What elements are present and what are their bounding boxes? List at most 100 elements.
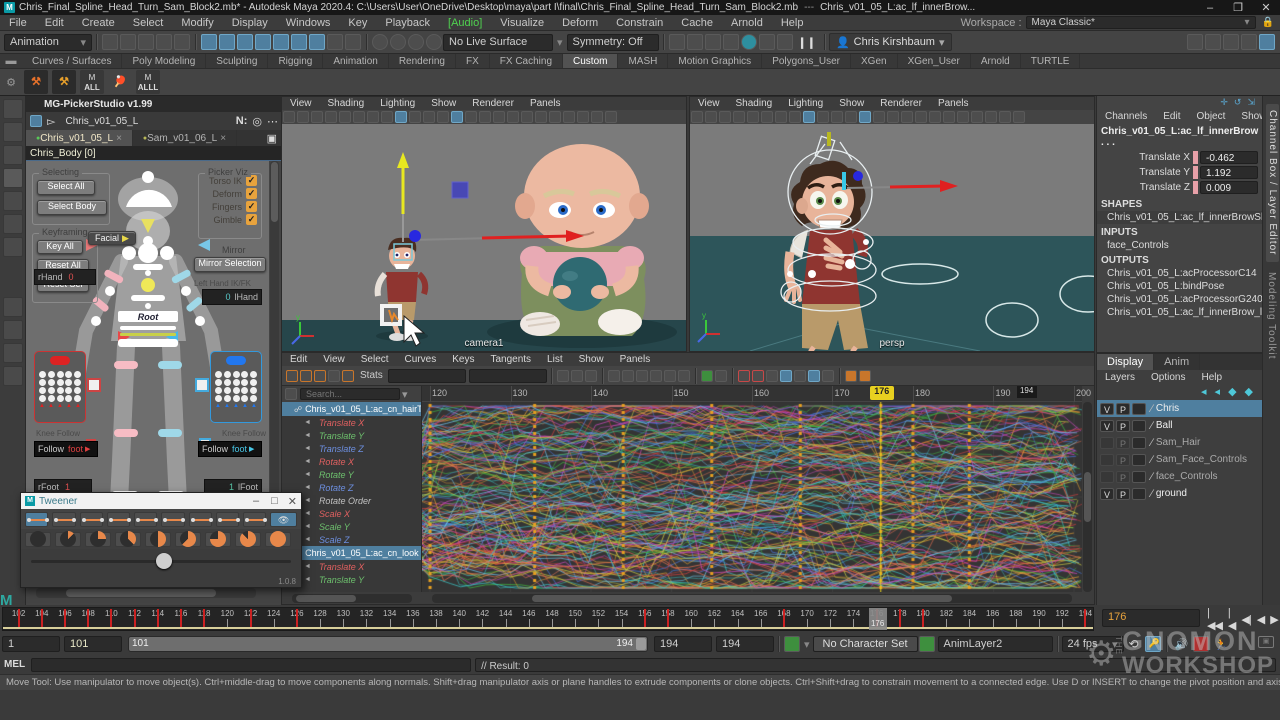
layer-playback-toggle[interactable]: P bbox=[1116, 437, 1130, 449]
timeline-keyframe-tick[interactable] bbox=[899, 609, 901, 627]
vp-toolbar-icon-6[interactable] bbox=[367, 111, 379, 123]
select-object-icon[interactable] bbox=[219, 34, 235, 50]
tween-amount-13-button[interactable] bbox=[55, 532, 81, 547]
ge-move-keys-icon[interactable] bbox=[286, 370, 298, 382]
range-slider[interactable]: 101 194 bbox=[128, 636, 648, 652]
spike-mode-icon[interactable] bbox=[134, 512, 157, 527]
timeline-keyframe-tick[interactable] bbox=[203, 609, 205, 627]
hand-pose-dot[interactable] bbox=[241, 371, 248, 378]
shelf-tab-fx[interactable]: FX bbox=[456, 54, 490, 68]
tween-amount-38-button[interactable] bbox=[115, 532, 141, 547]
le-menu-help[interactable]: Help bbox=[1193, 372, 1230, 383]
pull-mode-icon[interactable] bbox=[216, 512, 239, 527]
shelf-tab-xgen[interactable]: XGen bbox=[851, 54, 898, 68]
hand-pose-dot[interactable] bbox=[48, 379, 55, 386]
stats-value-field[interactable] bbox=[469, 369, 547, 383]
layout-four-icon[interactable] bbox=[3, 320, 23, 340]
vp1-menu-view[interactable]: View bbox=[282, 98, 320, 109]
tab-close-icon[interactable]: × bbox=[116, 133, 122, 144]
hand-pose-dot[interactable] bbox=[250, 371, 257, 378]
vp-toolbar-icon-16[interactable] bbox=[915, 111, 927, 123]
vp-toolbar-icon-15[interactable] bbox=[901, 111, 913, 123]
timeline-keyframe-tick[interactable] bbox=[64, 609, 66, 627]
hand-pose-dot[interactable] bbox=[224, 371, 231, 378]
picker-more-icon[interactable]: ⋯ bbox=[267, 115, 278, 128]
viz-item-deform[interactable]: Deform✓ bbox=[199, 187, 261, 200]
vp2-menu-renderer[interactable]: Renderer bbox=[872, 98, 930, 109]
hand-pose-dot[interactable] bbox=[74, 395, 81, 402]
anim-prefs-icon[interactable]: 🏃 bbox=[1214, 638, 1228, 651]
ge-value-snap-icon[interactable] bbox=[808, 370, 820, 382]
hand-pose-dot[interactable] bbox=[48, 387, 55, 394]
mel-label[interactable]: MEL bbox=[4, 659, 25, 670]
vp-toolbar-icon-11[interactable] bbox=[845, 111, 857, 123]
anim-end-field[interactable]: 194 bbox=[716, 636, 774, 652]
vp-toolbar-icon-13[interactable] bbox=[465, 111, 477, 123]
play-backwards-button[interactable]: ◀ bbox=[1257, 613, 1264, 626]
layer-tab-display[interactable]: Display bbox=[1097, 354, 1154, 370]
output-node[interactable]: Chris_v01_05_L:bindPose bbox=[1097, 280, 1262, 293]
graph-outliner-hscroll[interactable] bbox=[292, 594, 412, 603]
picker-hscrollbar[interactable] bbox=[36, 588, 256, 598]
picker-zoom-icon[interactable]: ◎ bbox=[252, 115, 262, 128]
picker-select-mode-icon[interactable] bbox=[30, 115, 42, 127]
sidebar-channelbox-icon[interactable] bbox=[1223, 34, 1239, 50]
snap-point-icon[interactable] bbox=[291, 34, 307, 50]
ge-plateau-tangent-icon[interactable] bbox=[678, 370, 690, 382]
graph-attr-row[interactable]: ◄Scale Z bbox=[282, 533, 421, 546]
hand-pose-dot[interactable] bbox=[224, 395, 231, 402]
shelf-tab-animation[interactable]: Animation bbox=[323, 54, 388, 68]
layer-color-swatch[interactable] bbox=[1132, 488, 1146, 500]
vp-toolbar-icon-3[interactable] bbox=[325, 111, 337, 123]
rhand-field[interactable]: rHand 0 bbox=[34, 269, 96, 285]
menu-deform[interactable]: Deform bbox=[553, 17, 607, 29]
shelf-item-alll-script[interactable]: MALLL bbox=[136, 70, 160, 94]
layout-single-icon[interactable] bbox=[3, 297, 23, 317]
hand-pose-arrow[interactable]: ▲ bbox=[215, 403, 221, 409]
tween-amount-50-button[interactable] bbox=[145, 532, 171, 547]
hand-pose-dot[interactable] bbox=[39, 371, 46, 378]
graph-attr-row[interactable]: ◄Rotate Z bbox=[282, 481, 421, 494]
cb-menu-object[interactable]: Object bbox=[1189, 111, 1234, 122]
vp-toolbar-icon-9[interactable] bbox=[409, 111, 421, 123]
menu-arnold[interactable]: Arnold bbox=[722, 17, 772, 29]
output-node[interactable]: Chris_v01_05_L:acProcessorC14 bbox=[1097, 267, 1262, 280]
snap-grid-icon[interactable] bbox=[255, 34, 271, 50]
timeline-keyframe-tick[interactable] bbox=[644, 609, 646, 627]
hand-pose-dot[interactable] bbox=[48, 395, 55, 402]
rotate-tool-icon[interactable] bbox=[3, 191, 23, 211]
timeline-current-frame[interactable]: 176 bbox=[869, 608, 887, 630]
menu-visualize[interactable]: Visualize bbox=[491, 17, 553, 29]
linear-mode-icon[interactable] bbox=[25, 512, 48, 527]
follow-foot-left[interactable]: Follow foot ▶ bbox=[34, 441, 98, 457]
step-mode-icon[interactable] bbox=[80, 512, 103, 527]
pause-icon[interactable]: ❙❙ bbox=[798, 36, 816, 49]
vp-toolbar-icon-4[interactable] bbox=[747, 111, 759, 123]
cut-icon[interactable] bbox=[777, 34, 793, 50]
ipr-render-icon[interactable] bbox=[705, 34, 721, 50]
vp-toolbar-icon-23[interactable] bbox=[1013, 111, 1025, 123]
hammer-mode-icon[interactable] bbox=[189, 512, 212, 527]
hand-pose-dot[interactable] bbox=[65, 379, 72, 386]
layer-playback-toggle[interactable]: P bbox=[1116, 420, 1130, 432]
sequence-render-icon[interactable] bbox=[759, 34, 775, 50]
vp-toolbar-icon-17[interactable] bbox=[929, 111, 941, 123]
output-node[interactable]: Chris_v01_05_L:acProcessorG240 bbox=[1097, 293, 1262, 306]
loop-icon[interactable]: ⟲ bbox=[1129, 637, 1139, 651]
move-layer-up-icon[interactable]: ◂ bbox=[1201, 385, 1207, 398]
ge-free-weight-icon[interactable] bbox=[766, 370, 778, 382]
anim-snapshot-icon[interactable] bbox=[1193, 636, 1209, 652]
ge-swap-buffer-icon[interactable] bbox=[715, 370, 727, 382]
graph-attr-row[interactable]: ◄Translate X bbox=[282, 416, 421, 429]
shelf-tab-xgen_user[interactable]: XGen_User bbox=[898, 54, 971, 68]
graph-node-row[interactable]: ☍Chris_v01_05_L:ac_cn_hairT bbox=[282, 402, 421, 416]
vp-toolbar-icon-7[interactable] bbox=[381, 111, 393, 123]
tween-amount-63-button[interactable] bbox=[175, 532, 201, 547]
le-menu-layers[interactable]: Layers bbox=[1097, 372, 1143, 383]
hand-pose-dot[interactable] bbox=[74, 379, 81, 386]
pin-icon[interactable]: ✛ bbox=[1220, 97, 1228, 108]
hand-pose-dot[interactable] bbox=[215, 379, 222, 386]
vp-toolbar-icon-13[interactable] bbox=[873, 111, 885, 123]
ge-menu-show[interactable]: Show bbox=[571, 354, 612, 365]
timeline-keyframe-tick[interactable] bbox=[110, 609, 112, 627]
